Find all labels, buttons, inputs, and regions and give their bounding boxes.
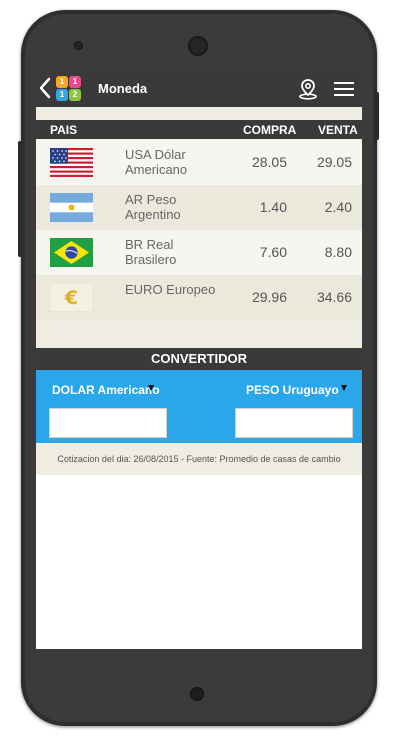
buy-rate: 28.05 (251, 154, 287, 170)
to-dropdown-arrow-icon[interactable] (341, 385, 347, 391)
logo-tile: 2 (69, 89, 81, 101)
header-sell: VENTA (318, 123, 358, 137)
sell-rate: 34.66 (316, 289, 352, 305)
converter-panel: DOLAR Americano PESO Uruguayo (36, 370, 362, 443)
currency-name: AR Peso Argentino (125, 192, 181, 222)
to-amount-input[interactable] (235, 408, 353, 438)
buy-rate: 29.96 (251, 289, 287, 305)
table-rows: USA Dólar Americano 28.05 29.05 AR Peso … (36, 140, 362, 320)
brazil-flag-icon (50, 238, 93, 267)
app-logo: 1 1 1 2 (55, 74, 83, 102)
euro-icon: € (50, 283, 93, 312)
buy-rate: 1.40 (259, 199, 287, 215)
table-row[interactable]: BR Real Brasilero 7.60 8.80 (36, 230, 362, 275)
svg-text:€: € (64, 287, 78, 309)
header-country: PAIS (50, 123, 78, 137)
logo-tile: 1 (56, 89, 68, 101)
back-icon[interactable] (38, 77, 52, 99)
converter-title: CONVERTIDOR (36, 348, 362, 370)
sell-rate: 2.40 (324, 199, 352, 215)
power-button (375, 92, 379, 140)
hamburger-menu-icon[interactable] (333, 81, 355, 97)
earpiece-speaker (188, 36, 208, 56)
from-currency-select[interactable]: DOLAR Americano (52, 383, 160, 397)
currency-name: USA Dólar Americano (125, 147, 188, 177)
logo-tile: 1 (56, 76, 68, 88)
exchange-rate-table: PAIS COMPRA VENTA USA Dólar Americano 28… (36, 107, 362, 348)
header-buy: COMPRA (243, 123, 297, 137)
table-header: PAIS COMPRA VENTA (36, 120, 362, 139)
app-screen: 1 1 1 2 Moneda PAIS COMPRA VENTA USA Dól… (36, 71, 362, 649)
table-row[interactable]: € EURO Europeo 29.96 34.66 (36, 275, 362, 320)
app-bar: 1 1 1 2 Moneda (36, 71, 362, 107)
currency-name: BR Real Brasilero (125, 237, 177, 267)
from-amount-input[interactable] (49, 408, 167, 438)
volume-button (18, 141, 22, 257)
from-dropdown-arrow-icon[interactable] (148, 385, 154, 391)
table-row[interactable]: AR Peso Argentino 1.40 2.40 (36, 185, 362, 230)
sell-rate: 29.05 (316, 154, 352, 170)
home-button[interactable] (190, 687, 204, 701)
table-row[interactable]: USA Dólar Americano 28.05 29.05 (36, 140, 362, 185)
buy-rate: 7.60 (259, 244, 287, 260)
sell-rate: 8.80 (324, 244, 352, 260)
page-title: Moneda (98, 81, 148, 96)
currency-name: EURO Europeo (125, 282, 216, 297)
rate-source-note: Cotizacion del dia: 26/08/2015 - Fuente:… (36, 443, 362, 475)
to-currency-select[interactable]: PESO Uruguayo (246, 383, 339, 397)
usa-flag-icon (50, 148, 93, 177)
location-pin-icon[interactable] (297, 78, 319, 100)
front-camera (74, 41, 83, 50)
logo-tile: 1 (69, 76, 81, 88)
argentina-flag-icon (50, 193, 93, 222)
table-top-strip (36, 107, 362, 120)
